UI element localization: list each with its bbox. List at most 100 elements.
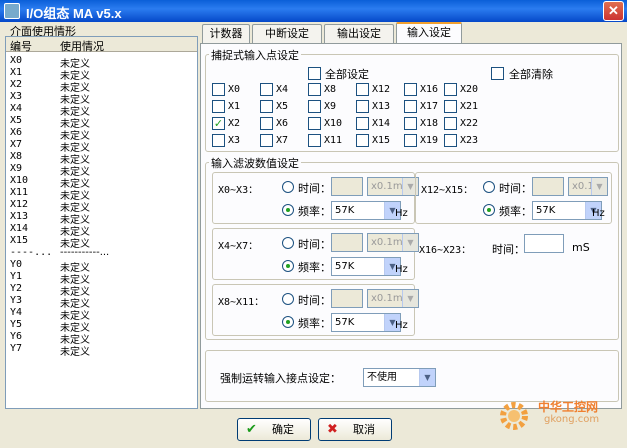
input-checkbox[interactable] [356,117,369,130]
tab-counter[interactable]: 计数器 [202,24,250,43]
input-checkbox-label: X4 [276,84,289,95]
list-item[interactable]: X3 未定义 [6,91,197,106]
time-input[interactable] [331,177,363,196]
clear-all-checkbox[interactable] [491,67,504,80]
item-id: X11 [10,187,29,198]
list-item[interactable]: X15 未定义 [6,235,197,250]
time-unit-select[interactable]: x0.1mS ▼ [367,289,419,308]
freq-radio[interactable] [483,204,495,216]
freq-radio[interactable] [282,260,294,272]
list-item[interactable]: Y7 未定义 [6,343,197,358]
input-checkbox[interactable] [404,100,417,113]
x16-unit-label: mS [572,241,590,254]
input-checkbox[interactable] [356,134,369,147]
x16-time-input[interactable] [524,234,564,253]
input-checkbox[interactable] [356,83,369,96]
time-radio[interactable] [282,181,294,193]
freq-select[interactable]: 57K ▼ [331,313,401,332]
input-checkbox-label: X22 [460,118,479,129]
input-checkbox[interactable] [404,134,417,147]
input-checkbox[interactable] [444,83,457,96]
list-item[interactable]: X14 未定义 [6,223,197,238]
list-item[interactable]: Y1 未定义 [6,271,197,286]
usage-list[interactable]: 编号 使用情况 X0 未定义 X1 未定义 X2 未定义 X3 未定义 X4 未定义 X5 未定义 X6… [5,36,198,409]
time-radio[interactable] [282,237,294,249]
hz-label: Hz [395,320,408,331]
list-item[interactable]: X1 未定义 [6,67,197,82]
list-item[interactable]: X9 未定义 [6,163,197,178]
input-checkbox[interactable] [404,83,417,96]
list-item[interactable]: X7 未定义 [6,139,197,154]
item-id: X14 [10,223,29,234]
input-checkbox[interactable] [308,83,321,96]
freq-radio[interactable] [282,204,294,216]
input-checkbox-label: X15 [372,135,391,146]
gear-icon [500,402,528,430]
input-checkbox[interactable] [260,83,273,96]
cancel-button[interactable]: ✖ 取消 [318,418,392,441]
input-checkbox[interactable] [212,83,225,96]
input-checkbox[interactable] [404,117,417,130]
list-item[interactable]: Y4 未定义 [6,307,197,322]
tab-input[interactable]: 输入设定 [396,22,462,44]
time-input[interactable] [331,233,363,252]
input-checkbox[interactable] [212,100,225,113]
input-checkbox[interactable] [212,134,225,147]
input-checkbox[interactable] [356,100,369,113]
list-item[interactable]: X10 未定义 [6,175,197,190]
list-item[interactable]: X5 未定义 [6,115,197,130]
list-item[interactable]: X0 未定义 [6,55,197,70]
time-input[interactable] [331,289,363,308]
chevron-down-icon: ▼ [402,290,418,307]
time-unit-select[interactable]: x0.1r ▼ [568,177,608,196]
time-input[interactable] [532,177,564,196]
input-checkbox[interactable] [444,117,457,130]
item-id: X5 [10,115,23,126]
freq-select[interactable]: 57K ▼ [331,257,401,276]
time-radio[interactable] [282,293,294,305]
time-unit-select[interactable]: x0.1mS ▼ [367,233,419,252]
list-item[interactable]: X12 未定义 [6,199,197,214]
list-item[interactable]: Y6 未定义 [6,331,197,346]
input-checkbox[interactable] [444,100,457,113]
list-item[interactable]: ----... -----------... [6,247,197,259]
watermark-brand: 中华工控网 [538,400,599,414]
close-button[interactable]: ✕ [603,1,624,21]
watermark: 中华工控网 gkong.com [496,396,620,436]
input-checkbox[interactable] [308,100,321,113]
input-checkbox[interactable] [260,134,273,147]
input-checkbox[interactable] [308,134,321,147]
force-select[interactable]: 不使用 ▼ [363,368,436,387]
filter-range-label: X8~X11： [218,297,265,308]
time-unit-select[interactable]: x0.1mS ▼ [367,177,419,196]
list-item[interactable]: X13 未定义 [6,211,197,226]
list-item[interactable]: Y2 未定义 [6,283,197,298]
list-item[interactable]: X6 未定义 [6,127,197,142]
list-item[interactable]: X8 未定义 [6,151,197,166]
input-checkbox[interactable]: ✓ [212,117,225,130]
chevron-down-icon: ▼ [419,369,435,386]
ok-button[interactable]: ✔ 确定 [237,418,311,441]
input-checkbox-label: X21 [460,101,479,112]
time-radio[interactable] [483,181,495,193]
freq-radio[interactable] [282,316,294,328]
input-checkbox[interactable] [444,134,457,147]
freq-select[interactable]: 57K ▼ [331,201,401,220]
usage-list-header: 编号 使用情况 [6,37,197,53]
select-all-checkbox[interactable] [308,67,321,80]
list-item[interactable]: Y3 未定义 [6,295,197,310]
force-label: 强制运转输入接点设定： [220,372,341,385]
input-checkbox[interactable] [308,117,321,130]
list-item[interactable]: X11 未定义 [6,187,197,202]
list-item[interactable]: X4 未定义 [6,103,197,118]
item-id: X10 [10,175,29,186]
tab-interrupt[interactable]: 中断设定 [252,24,322,43]
item-id: X9 [10,163,23,174]
input-checkbox[interactable] [260,117,273,130]
freq-label: 频率： [298,205,331,218]
tab-output[interactable]: 输出设定 [324,24,394,43]
list-item[interactable]: Y5 未定义 [6,319,197,334]
list-item[interactable]: X2 未定义 [6,79,197,94]
list-item[interactable]: Y0 未定义 [6,259,197,274]
input-checkbox[interactable] [260,100,273,113]
